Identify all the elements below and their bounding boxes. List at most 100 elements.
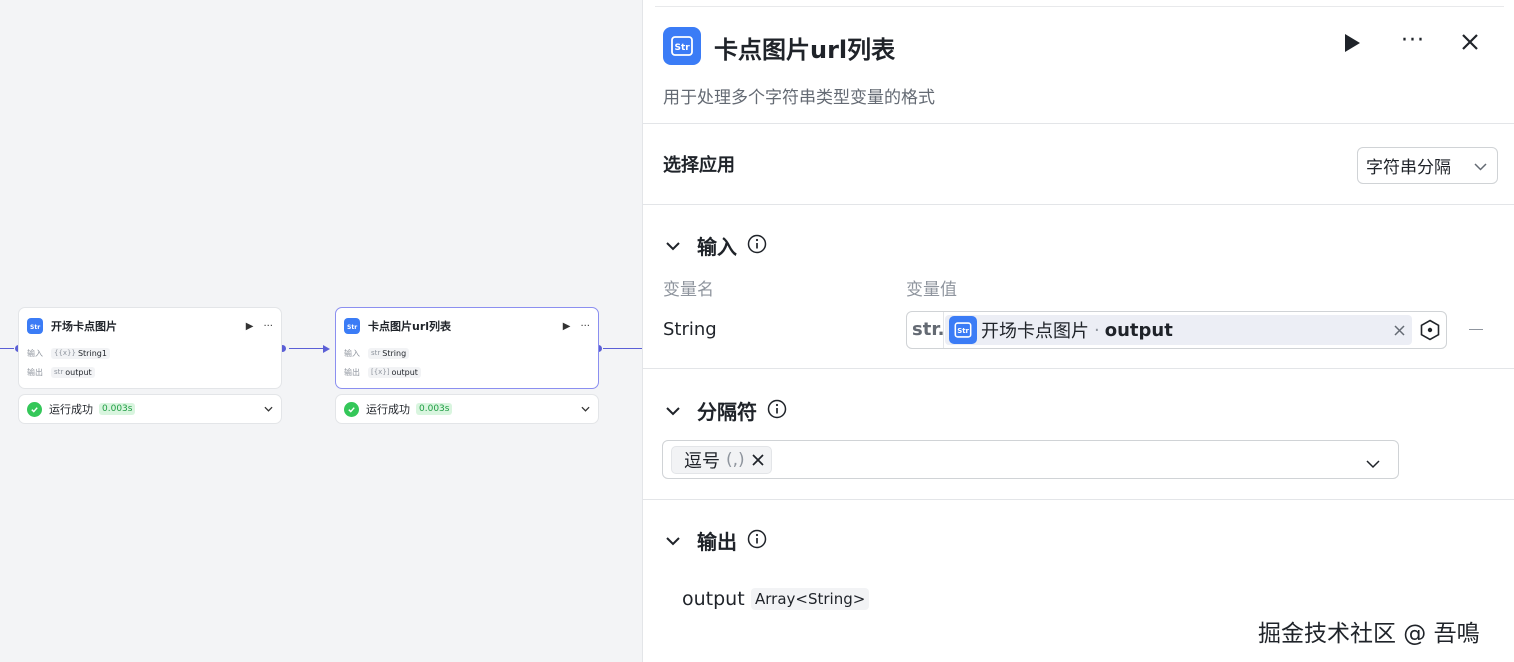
separator-section-title: 分隔符 [697, 400, 757, 424]
svg-text:Str: Str [347, 324, 357, 331]
workflow-node-2[interactable]: Str 卡点图片url列表 ▶ ··· 输入 str String 输出 [{x}… [335, 307, 599, 389]
column-header-var-value: 变量值 [906, 280, 957, 300]
node-output-row: 输出 [{x}] output [344, 365, 421, 379]
chevron-down-icon [1366, 454, 1380, 473]
output-type-badge: Array<String> [751, 588, 870, 610]
var-type-label: str. [912, 319, 945, 340]
divider [643, 368, 1514, 369]
edge-arrow [323, 345, 330, 353]
node-output-row: 输出 str output [27, 365, 95, 379]
node-input-row: 输入 str String [344, 346, 410, 360]
svg-text:Str: Str [675, 43, 691, 53]
separator-chip-value: (,) [726, 450, 745, 470]
variable-reference-chip[interactable]: Str 开场卡点图片 · output [945, 315, 1412, 345]
node-title: 开场卡点图片 [51, 320, 117, 333]
remove-row-button[interactable] [1469, 329, 1483, 330]
node-header: Str 卡点图片url列表 ▶ ··· [344, 317, 590, 335]
separator-chip[interactable]: 逗号 (,) [671, 446, 772, 474]
clear-icon[interactable] [1394, 321, 1405, 340]
workflow-node-1[interactable]: Str 开场卡点图片 ▶ ··· 输入 {{x}} String1 输出 str o… [18, 307, 282, 389]
separator-section-header[interactable]: 分隔符 [665, 396, 787, 425]
variable-picker-icon[interactable] [1419, 319, 1441, 345]
run-icon[interactable]: ▶ [563, 321, 571, 332]
column-header-var-name: 变量名 [663, 280, 714, 300]
divider [643, 123, 1514, 124]
run-icon[interactable]: ▶ [246, 321, 254, 332]
node-output-label: 输出 [27, 367, 43, 377]
var-type-icon: {{x}} [54, 349, 76, 357]
input-var-name: String [663, 319, 717, 340]
separator-multi-select[interactable]: 逗号 (,) [662, 440, 1399, 479]
node-output-tag: str output [51, 366, 95, 378]
str-plugin-icon: Str [663, 27, 701, 65]
chevron-down-icon[interactable] [264, 404, 273, 415]
chevron-down-icon [665, 401, 681, 420]
edge-left-in [0, 348, 14, 349]
chevron-down-icon [665, 236, 681, 255]
info-icon[interactable] [767, 399, 787, 423]
input-section-header[interactable]: 输入 [665, 231, 767, 260]
node-header: Str 开场卡点图片 ▶ ··· [27, 317, 273, 335]
remove-chip-icon[interactable] [751, 453, 765, 467]
status-time-badge: 0.003s [416, 403, 453, 415]
panel-top-divider [655, 6, 1504, 7]
node-output-value: output [65, 367, 92, 377]
field-separator [943, 312, 944, 348]
edge-node1-node2 [289, 348, 325, 349]
node-title: 卡点图片url列表 [368, 320, 452, 333]
node-input-label: 输入 [344, 348, 360, 358]
more-icon[interactable]: ··· [580, 321, 590, 332]
success-check-icon [27, 401, 42, 417]
node-input-label: 输入 [27, 348, 43, 358]
node-input-tag: {{x}} String1 [51, 347, 110, 359]
node-1-run-status[interactable]: 运行成功 0.003s [18, 394, 282, 424]
chevron-down-icon [1474, 156, 1487, 176]
node-config-panel: Str 卡点图片url列表 ··· 用于处理多个字符串类型变量的格式 选择应用 … [642, 0, 1514, 662]
ref-field-name: output [1104, 319, 1173, 341]
info-icon[interactable] [747, 529, 767, 553]
array-type-icon: [{x}] [371, 368, 390, 376]
select-app-label: 选择应用 [663, 155, 735, 176]
output-section-title: 输出 [697, 530, 737, 554]
status-text: 运行成功 [49, 403, 93, 416]
success-check-icon [344, 401, 359, 417]
select-app-value: 字符串分隔 [1366, 158, 1451, 178]
str-plugin-icon: Str [27, 318, 43, 334]
node-input-row: 输入 {{x}} String1 [27, 346, 110, 360]
output-section-header[interactable]: 输出 [665, 526, 767, 555]
svg-text:Str: Str [30, 324, 40, 331]
more-icon[interactable]: ··· [263, 321, 273, 332]
chevron-down-icon [665, 531, 681, 550]
node-output-value: output [391, 367, 418, 377]
node-input-value: String1 [77, 348, 107, 358]
str-type-icon: str [371, 349, 381, 357]
str-type-icon: str [54, 368, 64, 376]
str-plugin-icon: Str [344, 318, 360, 334]
watermark: 掘金技术社区 @ 吾鳴 [1258, 621, 1480, 647]
more-icon[interactable]: ··· [1401, 28, 1425, 53]
node-2-run-status[interactable]: 运行成功 0.003s [335, 394, 599, 424]
status-time-badge: 0.003s [99, 403, 136, 415]
run-icon[interactable] [1343, 33, 1361, 57]
panel-description: 用于处理多个字符串类型变量的格式 [663, 88, 935, 108]
select-app-dropdown[interactable]: 字符串分隔 [1357, 147, 1498, 184]
str-plugin-icon: Str [949, 316, 977, 344]
ref-separator: · [1094, 319, 1100, 341]
close-icon[interactable] [1461, 33, 1479, 55]
edge-node2-out [603, 348, 642, 349]
chevron-down-icon[interactable] [581, 404, 590, 415]
divider [643, 499, 1514, 500]
info-icon[interactable] [747, 234, 767, 258]
panel-title: 卡点图片url列表 [714, 36, 896, 64]
workflow-canvas[interactable]: Str 开场卡点图片 ▶ ··· 输入 {{x}} String1 输出 str o… [0, 0, 642, 662]
input-section-title: 输入 [697, 235, 737, 259]
variable-reference-field[interactable]: str. Str 开场卡点图片 · output [906, 311, 1447, 349]
svg-text:Str: Str [957, 327, 969, 335]
node-output-tag: [{x}] output [368, 366, 421, 378]
node-output-label: 输出 [344, 367, 360, 377]
node-input-tag: str String [368, 347, 410, 359]
output-var-name: output [682, 588, 745, 610]
divider [643, 204, 1514, 205]
ref-node-name: 开场卡点图片 [981, 321, 1089, 342]
status-text: 运行成功 [366, 403, 410, 416]
